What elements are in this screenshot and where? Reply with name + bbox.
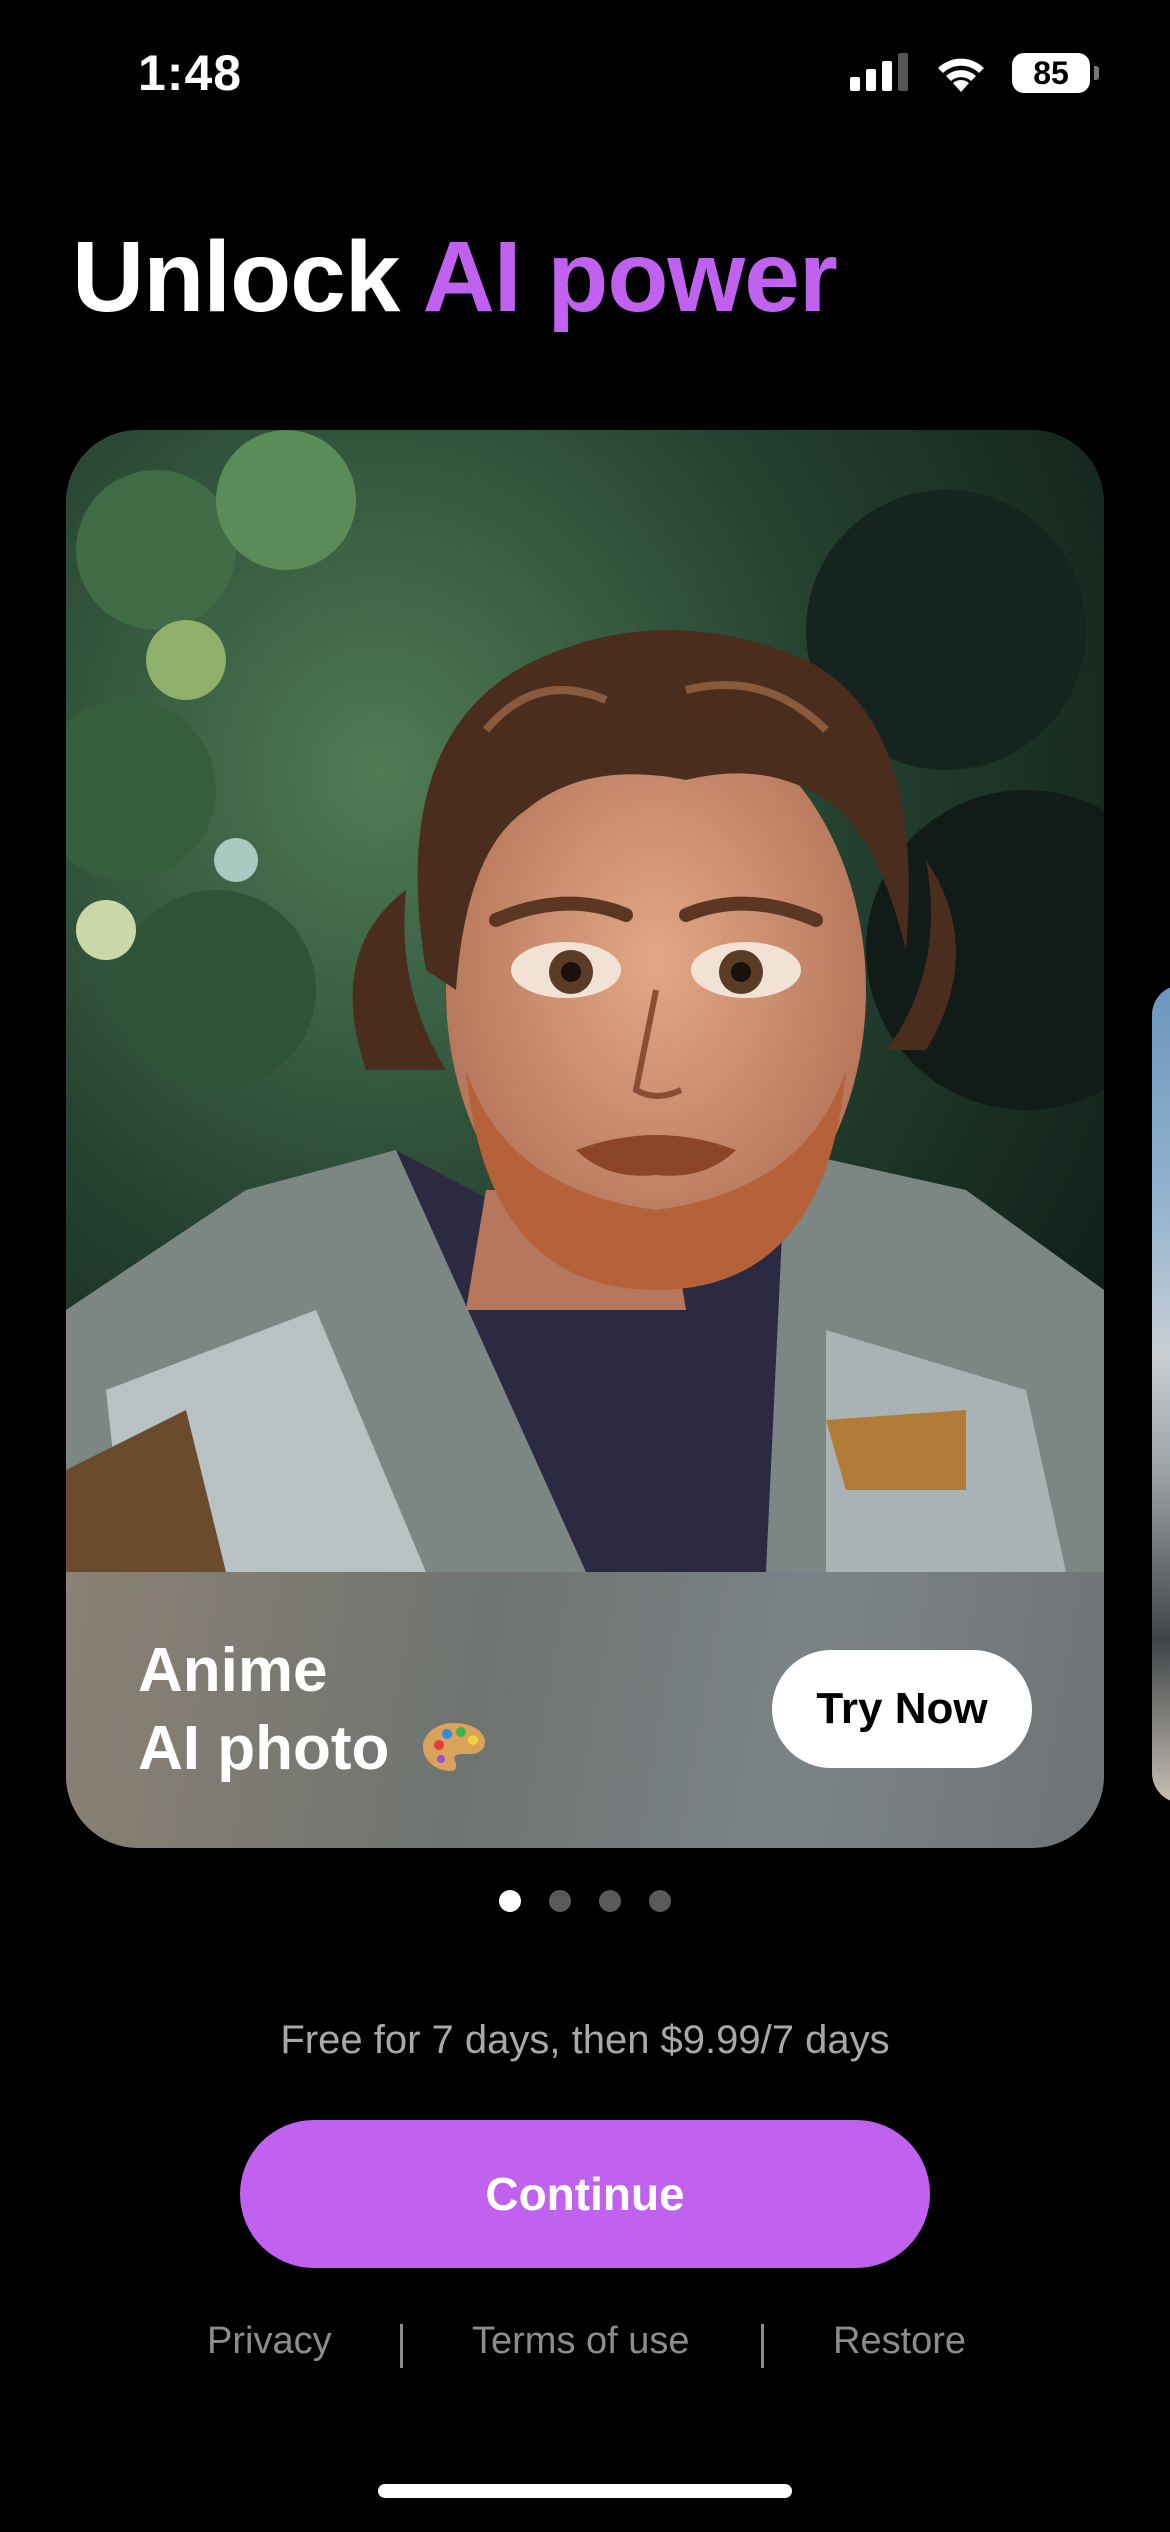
battery-level: 85 <box>1033 54 1069 91</box>
status-icons: 85 <box>850 52 1099 94</box>
footer-links: Privacy Terms of use Restore <box>0 2320 1170 2370</box>
battery-cap <box>1094 66 1099 80</box>
card-footer: Anime AI photo Try Now <box>66 1572 1104 1848</box>
link-divider <box>761 2324 764 2368</box>
wifi-icon <box>938 58 984 92</box>
try-now-button[interactable]: Try Now <box>772 1650 1032 1768</box>
title-plain: Unlock <box>72 221 423 333</box>
battery-indicator: 85 <box>1012 53 1099 93</box>
privacy-link[interactable]: Privacy <box>207 2320 332 2363</box>
restore-link[interactable]: Restore <box>833 2320 966 2363</box>
terms-link[interactable]: Terms of use <box>472 2320 690 2363</box>
card-title-line2: AI photo <box>138 1714 390 1783</box>
card-title: Anime AI photo <box>138 1632 487 1788</box>
pricing-text: Free for 7 days, then $9.99/7 days <box>280 2018 890 2062</box>
feature-card-anime[interactable]: Anime AI photo Try Now <box>66 430 1104 1848</box>
home-indicator[interactable] <box>378 2484 792 2498</box>
page-dot-2[interactable] <box>549 1890 571 1912</box>
anime-portrait-image <box>66 430 1104 1572</box>
page-title: Unlock AI power <box>72 220 838 335</box>
page-dot-1[interactable] <box>499 1890 521 1912</box>
carousel-pagination <box>0 1890 1170 1912</box>
title-accent: AI power <box>422 221 837 333</box>
card-title-line1: Anime <box>138 1636 328 1705</box>
cellular-signal-icon <box>850 53 908 91</box>
page-dot-4[interactable] <box>649 1890 671 1912</box>
next-feature-card[interactable] <box>1152 985 1170 1803</box>
link-divider <box>400 2324 403 2368</box>
artist-palette-icon <box>422 1723 485 1771</box>
status-time: 1:48 <box>138 45 243 101</box>
page-dot-3[interactable] <box>599 1890 621 1912</box>
continue-button[interactable]: Continue <box>240 2120 930 2268</box>
